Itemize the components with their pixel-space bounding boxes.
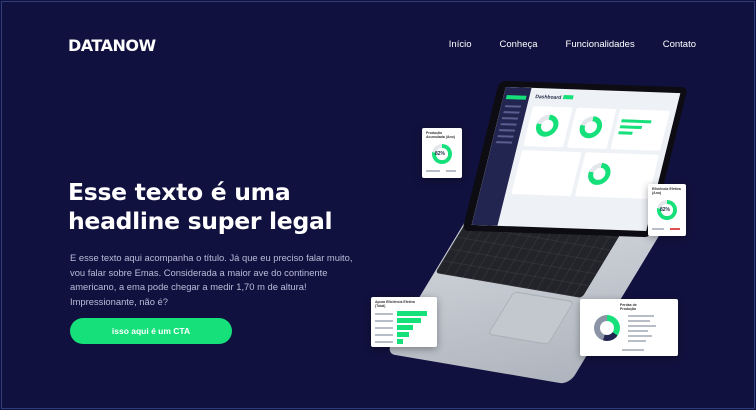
hero-headline-line-2: headline super legal bbox=[68, 207, 333, 235]
card-eficiencia-title: Eficiência Efetiva (Ano) bbox=[652, 187, 681, 195]
card-producao-title: Produção Acumulada (Ano) bbox=[426, 131, 455, 139]
card-producao-acumulada: Produção Acumulada (Ano) 82% bbox=[422, 128, 462, 178]
hero-headline: Esse texto é uma headline super legal bbox=[68, 178, 368, 236]
dashboard-title: Dashboard bbox=[534, 94, 562, 101]
card-eficiencia-value: 82% bbox=[660, 207, 671, 213]
card-eficiencia-efetiva: Eficiência Efetiva (Ano) 82% bbox=[648, 184, 686, 236]
nav-item-funcionalidades[interactable]: Funcionalidades bbox=[566, 39, 635, 50]
card-producao-value: 82% bbox=[435, 151, 446, 157]
hero-headline-line-1: Esse texto é uma bbox=[68, 178, 291, 206]
card-perdas-producao: Perdas de Produção bbox=[580, 299, 678, 356]
cta-button[interactable]: isso aqui é um CTA bbox=[70, 318, 232, 344]
brand-logo[interactable]: DATANOW bbox=[68, 36, 156, 55]
card-apura-title: Apura Eficiência Efetiva (Total) bbox=[375, 300, 415, 308]
card-apura-eficiencia: Apura Eficiência Efetiva (Total) bbox=[371, 297, 437, 347]
nav-item-inicio[interactable]: Início bbox=[449, 39, 472, 50]
card-perdas-title: Perdas de Produção bbox=[620, 303, 637, 311]
main-nav: Início Conheça Funcionalidades Contato bbox=[449, 39, 696, 50]
nav-item-conheca[interactable]: Conheça bbox=[500, 39, 538, 50]
nav-item-contato[interactable]: Contato bbox=[663, 39, 696, 50]
hero-description: E esse texto aqui acompanha o título. Já… bbox=[70, 252, 353, 307]
